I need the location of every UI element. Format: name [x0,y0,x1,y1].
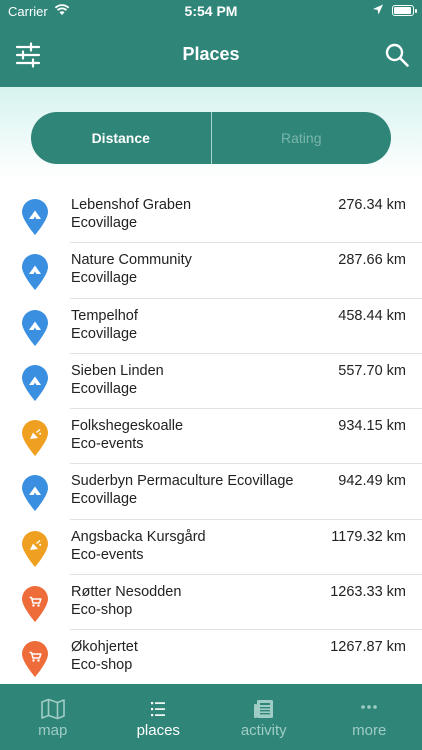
tab-places[interactable]: places [106,684,212,750]
place-distance: 1263.33 km [330,584,406,601]
battery-icon [392,5,417,16]
place-distance: 942.49 km [338,473,406,490]
place-name: Sieben Linden [71,362,164,379]
place-category: Ecovillage [71,325,138,342]
place-category: Eco-shop [71,602,133,619]
place-row[interactable]: Angsbacka Kursgård Eco-events 1179.32 km [0,520,422,576]
sort-segmented-control: Distance Rating [31,112,391,164]
place-name: Røtter Nesodden [71,584,182,601]
tab-activity[interactable]: activity [211,684,317,750]
eco-events-pin-icon [22,420,48,457]
ecovillage-pin-icon [22,364,48,401]
tab-places-label: places [136,722,180,739]
tab-map-label: map [38,722,68,739]
place-row[interactable]: Nature Community Ecovillage 287.66 km [0,243,422,299]
eco-events-pin-icon [22,530,48,567]
place-distance: 458.44 km [338,307,406,324]
place-name: Suderbyn Permaculture Ecovillage [71,473,294,490]
sort-rating-button[interactable]: Rating [210,112,392,164]
nav-bar: Places [0,22,422,87]
place-distance: 276.34 km [338,197,406,213]
page-title: Places [182,44,240,64]
place-row[interactable]: Røtter Nesodden Eco-shop 1263.33 km [0,575,422,631]
ecovillage-pin-icon [22,475,48,512]
ecovillage-pin-icon [22,199,48,235]
place-row[interactable]: Folkshegeskoalle Eco-events 934.15 km [0,409,422,465]
newspaper-icon [253,700,273,718]
place-category: Eco-shop [71,657,133,674]
place-row[interactable]: Suderbyn Permaculture Ecovillage Ecovilla… [0,464,422,520]
place-row[interactable]: Sieben Linden Ecovillage 557.70 km [0,354,422,410]
place-category: Ecovillage [71,215,138,231]
place-category: Ecovillage [71,491,138,508]
place-distance: 287.66 km [338,252,406,269]
place-category: Ecovillage [71,380,138,397]
ecovillage-pin-icon [22,309,48,346]
tab-activity-label: activity [240,722,287,739]
more-icon [361,705,378,709]
place-distance: 934.15 km [338,418,406,435]
place-category: Eco-events [71,436,144,453]
place-distance: 557.70 km [338,362,406,379]
place-name: Folkshegeskoalle [71,418,184,435]
status-time: 5:54 PM [184,3,238,19]
list-icon [151,702,166,717]
tab-more[interactable]: more [317,684,422,750]
place-row[interactable]: Økohjertet Eco-shop 1267.87 km [0,630,422,684]
place-distance: 1179.32 km [331,528,406,545]
sort-control-area: Distance Rating [0,87,422,182]
place-row[interactable]: Tempelhof Ecovillage 458.44 km [0,299,422,354]
place-name: Økohjertet [71,639,138,656]
place-name: Lebenshof Graben [71,197,192,213]
tab-bar: map places activity more [0,684,422,750]
place-distance: 1267.87 km [330,639,406,656]
tab-more-label: more [352,722,387,739]
place-category: Ecovillage [71,270,138,287]
places-list: Lebenshof Graben Ecovillage 276.34 km Natur… [0,188,422,684]
place-category: Eco-events [71,546,144,563]
tab-map[interactable]: map [0,684,106,750]
search-icon[interactable] [384,42,410,68]
ecovillage-pin-icon [22,254,48,291]
place-name: Angsbacka Kursgård [71,528,206,545]
status-bar: Carrier 5:54 PM [0,0,422,22]
place-row[interactable]: Lebenshof Graben Ecovillage 276.34 km [0,188,422,244]
location-arrow-icon [373,4,383,15]
eco-shop-pin-icon [22,586,48,623]
eco-shop-pin-icon [22,641,48,678]
sort-distance-button[interactable]: Distance [31,112,211,164]
place-name: Tempelhof [71,307,138,324]
place-name: Nature Community [71,252,192,269]
map-icon [40,698,65,720]
